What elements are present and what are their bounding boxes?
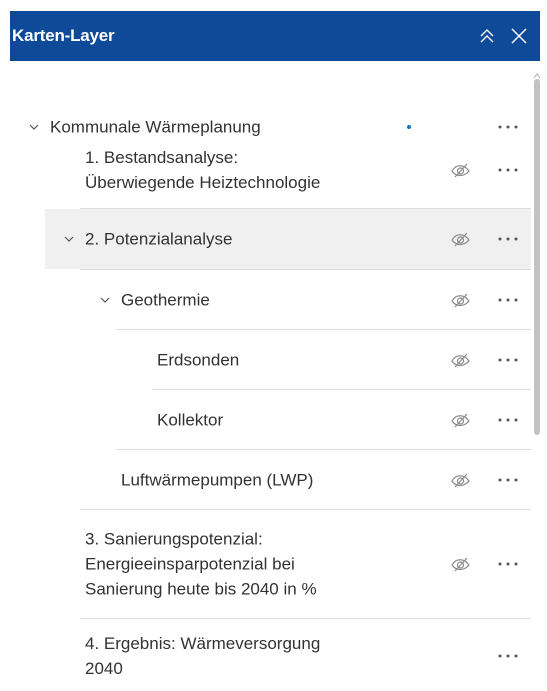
close-icon: [511, 28, 527, 44]
double-chevron-up-icon: [480, 29, 494, 43]
chevron-down-icon[interactable]: [62, 232, 76, 246]
layer-label: 3. Sanierungspotenzial: Energieeinsparpo…: [85, 529, 317, 599]
scroll-up-icon[interactable]: [533, 67, 540, 79]
divider: [80, 618, 531, 619]
eye-off-icon[interactable]: [450, 291, 472, 309]
more-options-icon[interactable]: [496, 413, 520, 427]
more-options-icon[interactable]: [496, 293, 520, 307]
divider: [80, 509, 531, 510]
chevron-down-icon[interactable]: [27, 120, 41, 134]
layer-item-kollektor[interactable]: Kollektor: [10, 390, 531, 449]
layer-label: Erdsonden: [157, 350, 240, 369]
more-options-icon[interactable]: [496, 557, 520, 571]
panel-title: Karten-Layer: [12, 26, 115, 45]
more-options-icon[interactable]: [496, 232, 520, 246]
layer-label: Luftwärmepumpen (LWP): [121, 470, 314, 489]
eye-off-icon[interactable]: [450, 471, 472, 489]
indicator-dot: [407, 125, 411, 129]
close-button[interactable]: [503, 11, 535, 61]
layer-item-bestandsanalyse[interactable]: 1. Bestandsanalyse: Überwiegende Heiztec…: [10, 141, 531, 199]
layer-label: Geothermie: [121, 290, 210, 309]
panel-header: Karten-Layer: [10, 11, 540, 61]
layer-item-potenzialanalyse[interactable]: 2. Potenzialanalyse: [45, 209, 531, 269]
collapse-button[interactable]: [471, 11, 503, 61]
more-options-icon[interactable]: [496, 353, 520, 367]
layer-label: 4. Ergebnis: Wärmeversorgung 2040: [85, 634, 321, 678]
layer-label: Kommunale Wärmeplanung: [50, 117, 261, 137]
eye-off-icon[interactable]: [450, 351, 472, 369]
layer-item-luftwaermepumpen[interactable]: Luftwärmepumpen (LWP): [10, 450, 531, 509]
more-options-icon[interactable]: [496, 649, 520, 663]
layer-label: Kollektor: [157, 410, 224, 429]
more-options-icon[interactable]: [496, 120, 520, 134]
eye-off-icon[interactable]: [450, 555, 472, 573]
layer-label: 2. Potenzialanalyse: [85, 229, 233, 249]
chevron-down-icon[interactable]: [98, 293, 112, 307]
eye-off-icon[interactable]: [450, 230, 472, 248]
more-options-icon[interactable]: [496, 163, 520, 177]
layer-label: 1. Bestandsanalyse: Überwiegende Heiztec…: [85, 148, 321, 192]
layer-item-sanierungspotenzial[interactable]: 3. Sanierungspotenzial: Energieeinsparpo…: [10, 511, 531, 617]
layer-list-panel: Kommunale Wärmeplanung 1. Bestandsanalys…: [10, 61, 540, 691]
eye-off-icon[interactable]: [450, 411, 472, 429]
scrollbar-thumb[interactable]: [534, 79, 540, 435]
layer-item-erdsonden[interactable]: Erdsonden: [10, 330, 531, 389]
more-options-icon[interactable]: [496, 473, 520, 487]
eye-off-icon[interactable]: [450, 161, 472, 179]
layer-item-geothermie[interactable]: Geothermie: [10, 270, 531, 329]
layer-item-ergebnis[interactable]: 4. Ergebnis: Wärmeversorgung 2040: [10, 626, 531, 686]
